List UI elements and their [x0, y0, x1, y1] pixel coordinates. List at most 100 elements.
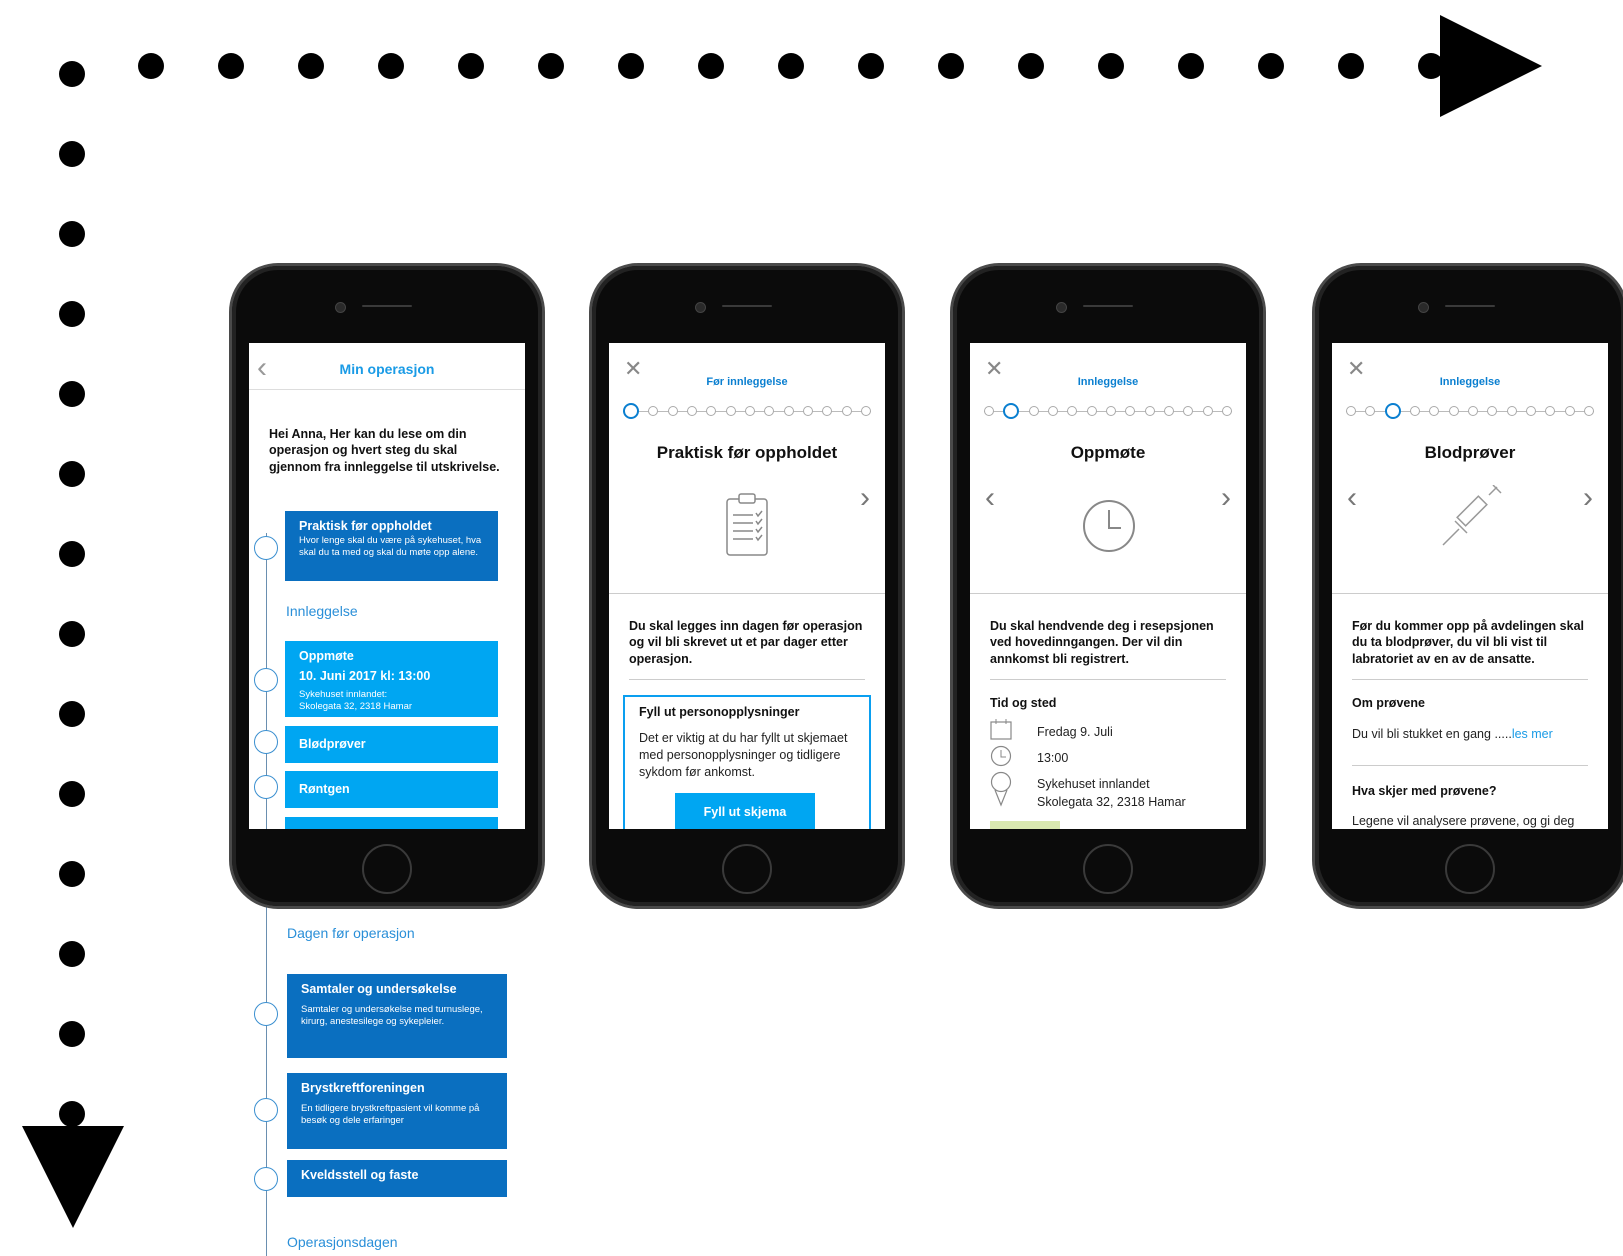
dot [59, 301, 85, 327]
section-text: Du vil bli stukket en gang .....les mer [1352, 726, 1588, 743]
progress-step-active[interactable] [623, 403, 639, 419]
progress-step[interactable] [1564, 406, 1575, 416]
progress-step[interactable] [860, 406, 871, 416]
progress-step[interactable] [1144, 406, 1155, 416]
arrow-right-icon [1440, 15, 1542, 117]
timeline-item-oppmote[interactable]: Oppmøte 10. Juni 2017 kl: 13:00 Sykehuse… [285, 641, 498, 717]
dot [1178, 53, 1204, 79]
timeline-item-rontgen[interactable]: Røntgen [285, 771, 498, 808]
home-button[interactable] [722, 844, 772, 894]
progress-step[interactable] [1028, 406, 1039, 416]
progress-step[interactable] [1221, 406, 1232, 416]
home-button[interactable] [1445, 844, 1495, 894]
camera [1418, 302, 1429, 313]
dot [618, 53, 644, 79]
progress-step[interactable] [1183, 406, 1194, 416]
item-title: Brystkreftforeningen [301, 1081, 425, 1095]
chevron-left-icon[interactable]: ‹ [985, 483, 995, 513]
dot [1018, 53, 1044, 79]
subtitle: Innleggelse [1077, 376, 1139, 388]
progress-stepper [1346, 403, 1594, 419]
item-title: Røntgen [299, 782, 350, 796]
progress-step[interactable] [822, 406, 833, 416]
read-more-link[interactable]: les mer [1512, 727, 1553, 741]
screen: ✕ Før innleggelse Praktisk før oppholdet… [609, 343, 885, 829]
progress-step[interactable] [1202, 406, 1213, 416]
progress-step[interactable] [744, 406, 755, 416]
camera [1056, 302, 1067, 313]
phone-praktisk: ✕ Før innleggelse Praktisk før oppholdet… [592, 266, 902, 906]
chevron-right-icon[interactable]: › [1583, 483, 1593, 513]
progress-step[interactable] [686, 406, 697, 416]
chevron-right-icon[interactable]: › [1221, 483, 1231, 513]
progress-step[interactable] [1163, 406, 1174, 416]
timeline-item-brystkreftforeningen[interactable]: Brystkreftforeningen En tidligere brystk… [287, 1073, 507, 1149]
divider [629, 679, 865, 680]
timeline-item-praktisk[interactable]: Praktisk før oppholdet Hvor lenge skal d… [285, 511, 498, 581]
dot [938, 53, 964, 79]
dot [59, 941, 85, 967]
screen: ✕ Innleggelse Blodprøver ‹ › Før du komm… [1332, 343, 1608, 829]
progress-step[interactable] [1125, 406, 1136, 416]
divider [990, 679, 1226, 680]
section-title: Tid og sted [990, 696, 1057, 710]
progress-step[interactable] [706, 406, 717, 416]
camera [695, 302, 706, 313]
progress-step[interactable] [984, 406, 994, 416]
clock-icon [990, 745, 1012, 767]
progress-step[interactable] [1467, 406, 1478, 416]
progress-step[interactable] [1487, 406, 1498, 416]
progress-step[interactable] [725, 406, 736, 416]
chat-icon [254, 1002, 278, 1026]
item-date: 10. Juni 2017 kl: 13:00 [299, 669, 431, 683]
home-button[interactable] [362, 844, 412, 894]
progress-step[interactable] [841, 406, 852, 416]
chevron-right-icon[interactable]: › [860, 483, 870, 513]
dot [59, 141, 85, 167]
progress-step[interactable] [1448, 406, 1459, 416]
timeline-item-kveldsstell[interactable]: Kveldsstell og faste [287, 1160, 507, 1197]
progress-step[interactable] [1545, 406, 1556, 416]
progress-step[interactable] [764, 406, 775, 416]
progress-step[interactable] [1067, 406, 1078, 416]
progress-step-active[interactable] [1003, 403, 1020, 419]
people-icon [254, 1098, 278, 1122]
step-title: Oppmøte [1070, 443, 1146, 462]
progress-step[interactable] [802, 406, 813, 416]
timeline-item-blodprover[interactable]: Blødprøver [285, 726, 498, 763]
progress-step[interactable] [1105, 406, 1116, 416]
progress-step[interactable] [1365, 406, 1376, 416]
dot [59, 541, 85, 567]
divider [249, 389, 525, 390]
dot [218, 53, 244, 79]
progress-step[interactable] [1409, 406, 1420, 416]
timeline-item-next[interactable] [285, 817, 498, 829]
progress-step[interactable] [1583, 406, 1594, 416]
dot [1258, 53, 1284, 79]
place-line1: Sykehuset innlandet [1037, 777, 1150, 791]
timeline-item-samtaler[interactable]: Samtaler og undersøkelse Samtaler og und… [287, 974, 507, 1058]
item-title: Samtaler og undersøkelse [301, 982, 457, 996]
time-value: 13:00 [1037, 751, 1069, 765]
card-title: Fyll ut personopplysninger [639, 705, 800, 719]
chevron-left-icon[interactable]: ‹ [1347, 483, 1357, 513]
progress-step[interactable] [667, 406, 678, 416]
om-provene-text: Du vil bli stukket en gang ..... [1352, 727, 1512, 741]
dot [538, 53, 564, 79]
fill-form-button[interactable]: Fyll ut skjema [675, 793, 815, 829]
progress-step[interactable] [783, 406, 794, 416]
progress-step[interactable] [1429, 406, 1440, 416]
progress-step-active[interactable] [1384, 403, 1401, 419]
progress-step[interactable] [1047, 406, 1058, 416]
map-preview[interactable] [990, 821, 1060, 829]
progress-step[interactable] [1086, 406, 1097, 416]
dot [59, 61, 85, 87]
clock-icon [1081, 498, 1141, 558]
step-title: Praktisk før oppholdet [656, 443, 838, 462]
progress-step[interactable] [1525, 406, 1536, 416]
speaker [722, 305, 772, 307]
progress-step[interactable] [648, 406, 659, 416]
home-button[interactable] [1083, 844, 1133, 894]
progress-step[interactable] [1506, 406, 1517, 416]
progress-step[interactable] [1346, 406, 1356, 416]
